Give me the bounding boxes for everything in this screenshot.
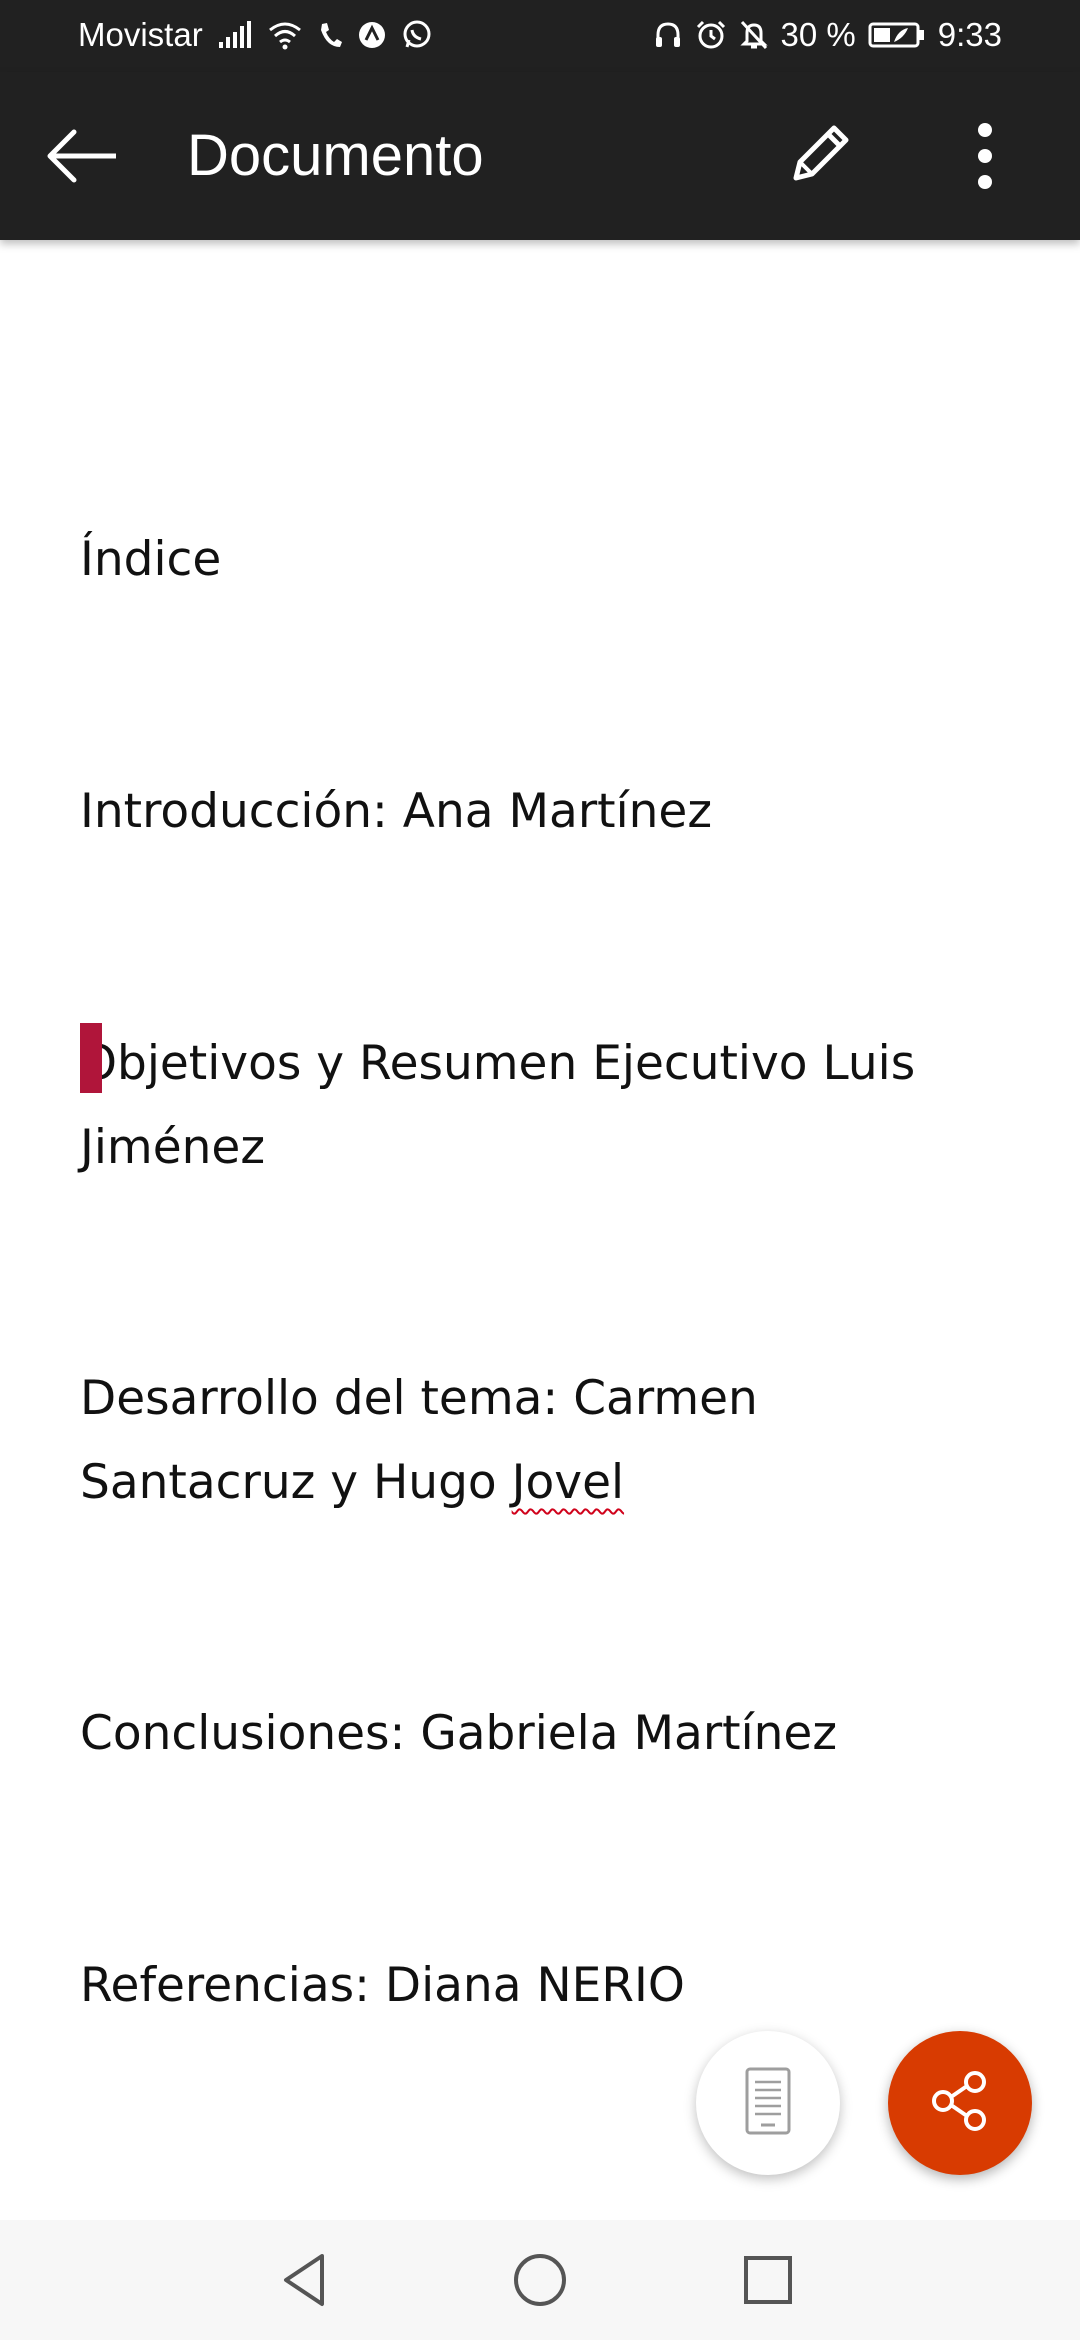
nav-home-button[interactable] [506, 2246, 574, 2314]
paragraph-introduccion[interactable]: Introducción: Ana Martínez [80, 770, 1000, 854]
whatsapp-icon [401, 19, 433, 51]
text-cursor [80, 1023, 102, 1093]
paragraph-referencias[interactable]: Referencias: Diana NERIO [80, 1944, 1000, 2028]
battery-icon [868, 20, 926, 50]
alarm-icon [695, 19, 727, 51]
paragraph-objetivos-text: Objetivos y Resumen Ejecutivo Luis Jimén… [80, 1036, 916, 1175]
paragraph-conclusiones[interactable]: Conclusiones: Gabriela Martínez [80, 1692, 1000, 1776]
signal-icon [217, 20, 253, 50]
more-options-button[interactable] [955, 116, 1015, 196]
clock: 9:33 [937, 16, 1002, 53]
edit-button[interactable] [778, 116, 858, 196]
app-icon [357, 20, 387, 50]
mobile-view-icon [743, 2066, 793, 2141]
page-title: Documento [187, 123, 484, 188]
mobile-view-button[interactable] [696, 2031, 840, 2175]
system-nav-bar [0, 2220, 1080, 2340]
paragraph-desarrollo-text: Desarrollo del tema: Carmen Santacruz y … [80, 1371, 758, 1510]
notifications-off-icon [739, 19, 769, 51]
wifi-icon [267, 20, 303, 50]
document-body[interactable]: Índice Introducción: Ana Martínez Objeti… [0, 240, 1080, 2220]
back-triangle-icon [272, 2254, 340, 2318]
headset-icon [653, 20, 683, 50]
home-circle-icon [506, 2254, 574, 2318]
recents-square-icon [734, 2256, 802, 2318]
nav-recents-button[interactable] [734, 2246, 802, 2314]
back-arrow-icon [40, 129, 130, 196]
spelling-flagged-word[interactable]: Jovel [512, 1455, 624, 1510]
paragraph-indice[interactable]: Índice [80, 518, 1000, 602]
share-icon [925, 2066, 995, 2141]
status-left: Movistar [78, 16, 433, 54]
carrier-label: Movistar [78, 16, 203, 53]
back-button[interactable] [40, 120, 130, 192]
pencil-icon [778, 125, 858, 200]
status-bar: Movistar 30 % 9:33 [0, 0, 1080, 72]
nav-back-button[interactable] [272, 2246, 340, 2314]
more-vert-icon [955, 123, 1015, 200]
phone-icon [317, 20, 343, 50]
app-bar: Documento [0, 72, 1080, 240]
paragraph-objetivos[interactable]: Objetivos y Resumen Ejecutivo Luis Jimén… [80, 1022, 1000, 1190]
status-right: 30 % 9:33 [653, 16, 1002, 54]
paragraph-desarrollo[interactable]: Desarrollo del tema: Carmen Santacruz y … [80, 1357, 1000, 1525]
battery-percent: 30 % [780, 16, 856, 53]
share-button[interactable] [888, 2031, 1032, 2175]
